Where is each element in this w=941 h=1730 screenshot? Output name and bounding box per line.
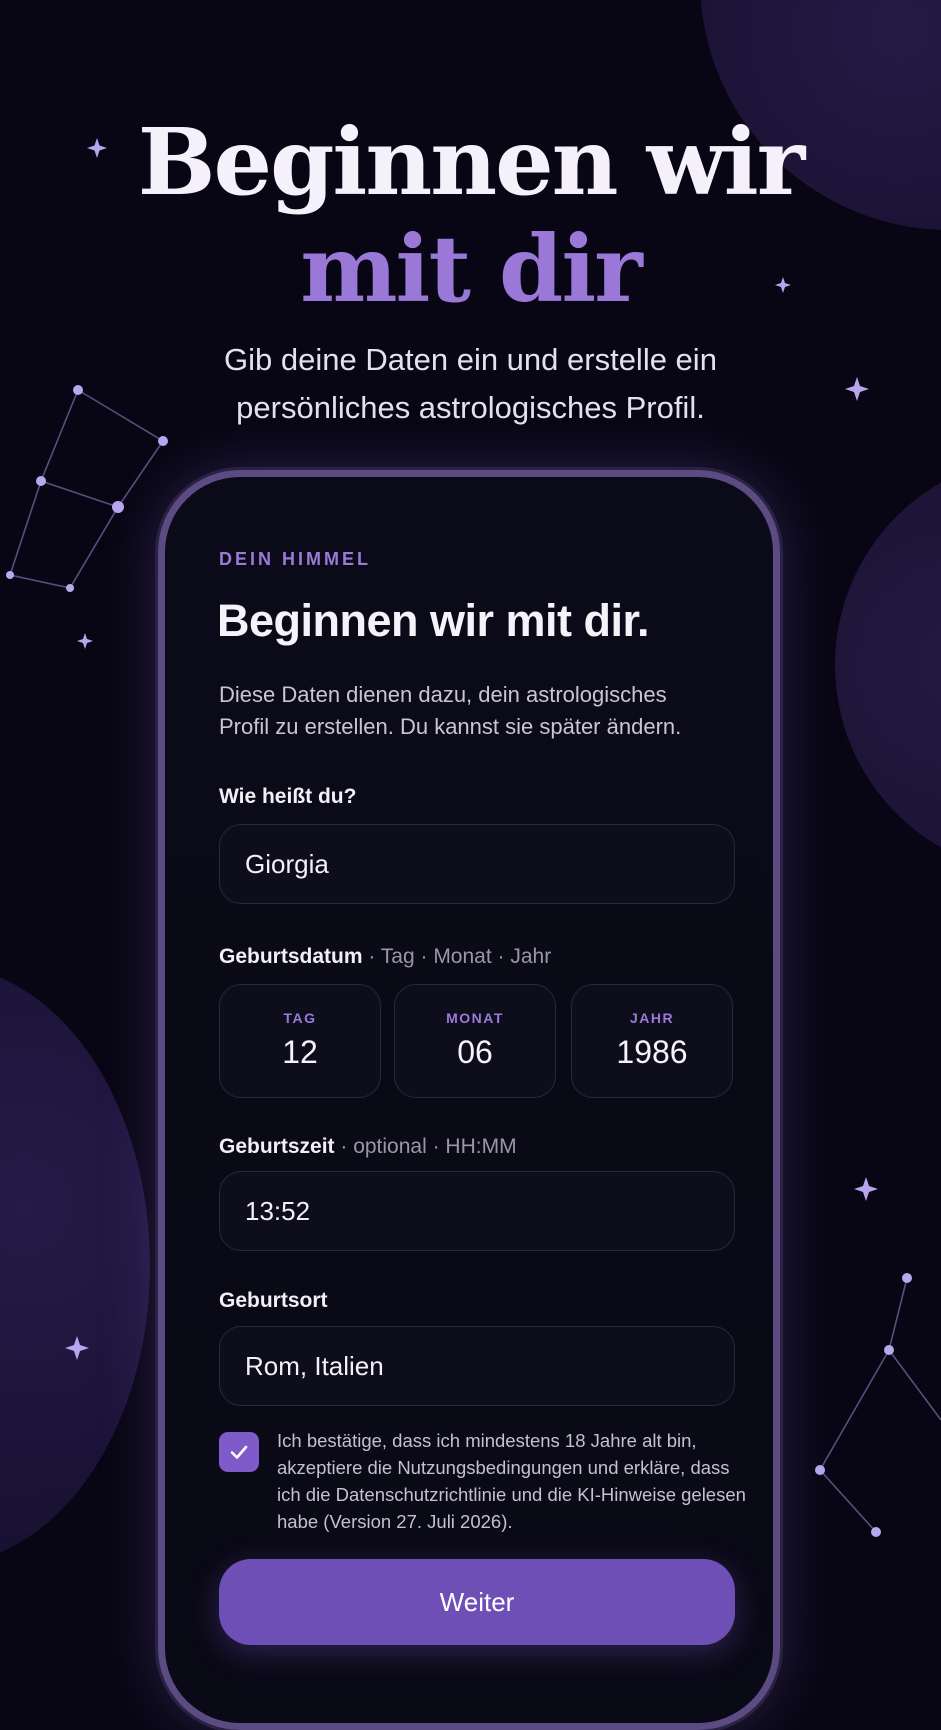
consent-text: Ich bestätige, dass ich mindestens 18 Ja… (277, 1430, 746, 1532)
birthdate-label: Geburtsdatum · Tag · Monat · Jahr (219, 945, 551, 969)
name-label: Wie heißt du? (219, 785, 357, 808)
birthtime-label: Geburtszeit · optional · HH:MM (219, 1135, 517, 1159)
birthplace-label: Geburtsort (219, 1289, 328, 1312)
birthtime-label-text: Geburtszeit (219, 1135, 335, 1158)
year-value: 1986 (616, 1034, 688, 1070)
year-label: JAHR (629, 1010, 675, 1026)
constellation-icon (819, 1277, 941, 1533)
month-value: 06 (457, 1034, 493, 1070)
day-value: 12 (282, 1034, 318, 1070)
constellation-icon (815, 1273, 912, 1537)
month-label: MONAT (446, 1010, 504, 1026)
hero-subtitle-line2: persönliches astrologisches Profil. (236, 390, 705, 425)
birthplace-input[interactable] (219, 1326, 735, 1406)
name-input[interactable] (219, 824, 735, 904)
form-description-line1: Diese Daten dienen dazu, dein astrologis… (219, 682, 667, 707)
checkmark-icon (230, 1445, 248, 1459)
birthtime-input[interactable] (219, 1171, 735, 1251)
birthdate-label-text: Geburtsdatum (219, 945, 363, 968)
section-eyebrow: DEIN HIMMEL (219, 549, 371, 569)
continue-button[interactable]: Weiter (219, 1559, 735, 1645)
consent-checkbox[interactable] (219, 1432, 259, 1472)
birthdate-month-field[interactable]: MONAT 06 (394, 984, 556, 1098)
birthdate-day-field[interactable]: TAG 12 (219, 984, 381, 1098)
hero-title-line2: mit dir (300, 215, 643, 323)
hero-subtitle-line1: Gib deine Daten ein und erstelle ein (224, 342, 717, 377)
hero-title-line1: Beginnen wir (137, 108, 805, 216)
day-label: TAG (283, 1010, 317, 1026)
birthdate-hint: · Tag · Monat · Jahr (362, 945, 552, 968)
form-description-line2: Profil zu erstellen. Du kannst sie späte… (219, 714, 682, 739)
birthdate-year-field[interactable]: JAHR 1986 (571, 984, 733, 1098)
phone-frame: DEIN HIMMEL Beginnen wir mit dir. Diese … (158, 470, 780, 1730)
form-title: Beginnen wir mit dir. (217, 595, 650, 646)
birthtime-hint: · optional · HH:MM (334, 1135, 517, 1158)
profile-form: DEIN HIMMEL Beginnen wir mit dir. Diese … (165, 477, 773, 1723)
